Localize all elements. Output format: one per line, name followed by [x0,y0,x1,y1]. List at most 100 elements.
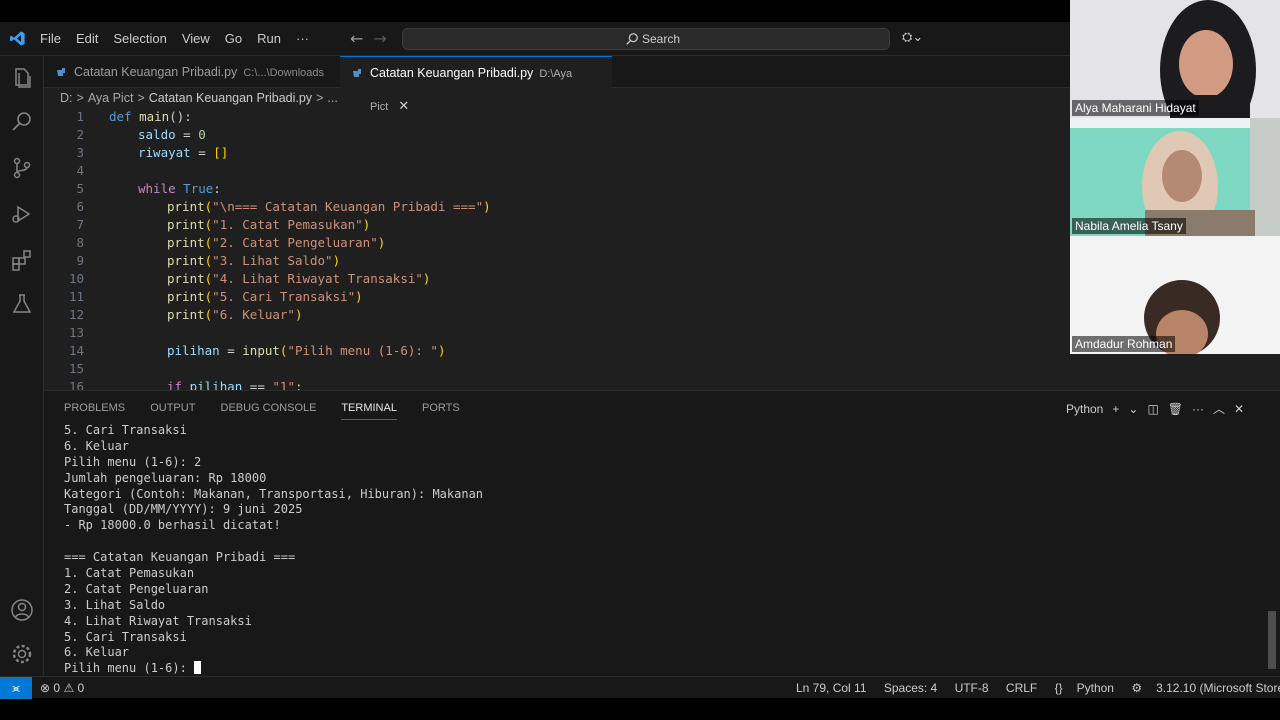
terminal-line: Jumlah pengeluaran: Rp 18000 [64,470,267,485]
terminal-cursor [194,661,202,675]
menu-edit[interactable]: Edit [76,31,98,46]
menu-bar: File Edit Selection View Go Run ··· [40,31,324,46]
video-tile-2: Nabila Amelia Tsany [1070,118,1280,236]
code-line-8: print("2. Catat Pengeluaran") [167,235,386,250]
breadcrumb-file[interactable]: Catatan Keuangan Pribadi.py [149,91,312,105]
split-terminal-icon[interactable]: ◫ [1147,402,1158,416]
terminal-line: 4. Lihat Riwayat Transaksi [64,613,252,628]
close-panel-icon[interactable]: ✕ [1234,402,1244,416]
tab-active-file[interactable]: Catatan Keuangan Pribadi.py D:\Aya Pict ✕ [340,56,612,113]
menu-file[interactable]: File [40,31,61,46]
terminal-line: Pilih menu (1-6): 2 [64,454,202,469]
tab-debug-console[interactable]: DEBUG CONSOLE [221,402,317,414]
code-line-12: print("6. Keluar") [167,307,303,322]
terminal-line: 6. Keluar [64,645,130,660]
nav-arrows: ← → [350,29,397,48]
line-number: 8 [76,235,84,250]
menu-selection[interactable]: Selection [113,31,166,46]
settings-gear-icon[interactable] [10,642,34,666]
python-file-icon [353,69,361,77]
line-number: 12 [68,307,84,322]
language-braces-icon: {} [1054,681,1063,695]
python-interpreter[interactable]: 3.12.10 (Microsoft Store) [1156,681,1280,695]
chevron-down-icon[interactable]: ⌄ [1128,402,1138,416]
tab-path: C:\...\Downloads [243,67,325,79]
terminal-shell-label[interactable]: Python [1066,402,1103,416]
tab-output[interactable]: OUTPUT [150,402,195,414]
search-label: Search [642,32,681,46]
editor-tabs: Catatan Keuangan Pribadi.py C:\...\Downlo… [44,56,1070,113]
line-number: 14 [68,343,84,358]
trash-icon[interactable]: 🗑 [1168,402,1183,416]
terminal-output[interactable]: 5. Cari Transaksi 6. Keluar Pilih menu (… [64,423,1244,677]
tab-terminal[interactable]: TERMINAL [341,402,397,420]
command-center-search[interactable]: Search [402,28,890,50]
terminal-line: Kategori (Contoh: Makanan, Transportasi,… [64,486,484,501]
forward-arrow-icon[interactable]: → [373,29,386,48]
line-number: 3 [76,145,84,160]
tab-title: Catatan Keuangan Pribadi.py [74,65,238,79]
cursor-position[interactable]: Ln 79, Col 11 [796,681,867,695]
source-control-icon[interactable] [10,156,34,180]
tab-ports[interactable]: PORTS [422,402,460,414]
code-line-1: def main(): [109,109,192,124]
breadcrumb-drive[interactable]: D: [60,91,73,105]
indentation[interactable]: Spaces: 4 [884,681,937,695]
accounts-icon[interactable] [10,598,34,622]
terminal-line: Tanggal (DD/MM/YYYY): 9 juni 2025 [64,502,303,517]
code-editor[interactable]: 1 def main(): 2 saldo = 0 3 riwayat = [] 4 … [44,108,1070,390]
code-line-2: saldo = 0 [138,127,206,142]
interpreter-icon: ⚙ [1131,681,1143,695]
terminal-line: - Rp 18000.0 berhasil dicatat! [64,518,281,533]
breadcrumb-folder[interactable]: Aya Pict [88,91,134,105]
warning-icon: ⚠ [63,681,75,695]
line-number: 16 [68,379,84,390]
participant-name: Nabila Amelia Tsany [1072,218,1186,234]
tab-title: Catatan Keuangan Pribadi.py [370,66,534,80]
problems-status[interactable]: ⊗ 0 ⚠ 0 [40,681,84,695]
code-line-10: print("4. Lihat Riwayat Transaksi") [167,271,431,286]
back-arrow-icon[interactable]: ← [350,29,363,48]
tab-problems[interactable]: PROBLEMS [64,402,125,414]
explorer-icon[interactable] [10,66,34,90]
terminal-scrollbar[interactable] [1268,611,1276,669]
vscode-logo-icon [10,31,25,46]
warning-count: 0 [77,681,85,695]
code-line-6: print("\n=== Catatan Keuangan Pribadi ==… [167,199,491,214]
video-tile-3: Amdadur Rohman [1070,236,1280,354]
terminal-line: 5. Cari Transaksi [64,629,187,644]
language-mode[interactable]: Python [1077,681,1114,695]
error-icon: ⊗ [40,681,51,695]
menu-go[interactable]: Go [225,31,242,46]
breadcrumb-sep: > [76,91,84,105]
menu-more[interactable]: ··· [296,31,309,46]
panel-actions: Python + ⌄ ◫ 🗑 ··· ︿ ✕ [1066,400,1253,417]
line-number: 15 [68,361,84,376]
run-debug-icon[interactable] [10,202,34,226]
new-terminal-icon[interactable]: + [1112,402,1119,416]
code-line-14: pilihan = input("Pilih menu (1-6): ") [167,343,446,358]
tab-downloads-file[interactable]: Catatan Keuangan Pribadi.py C:\...\Downlo… [44,56,340,88]
breadcrumb: D: > Aya Pict > Catatan Keuangan Pribadi.py >… [60,91,342,105]
menu-run[interactable]: Run [257,31,281,46]
extensions-icon[interactable] [10,248,34,272]
activity-bar [0,56,44,676]
line-ending[interactable]: CRLF [1006,681,1037,695]
terminal-line: 6. Keluar [64,438,130,453]
bottom-panel: PROBLEMS OUTPUT DEBUG CONSOLE TERMINAL P… [44,390,1280,676]
status-right: Ln 79, Col 11 Spaces: 4 UTF-8 CRLF {} Pyt… [796,681,1280,695]
copilot-icon[interactable]: ⛭⌄ [902,30,923,45]
maximize-panel-icon[interactable]: ︿ [1213,402,1225,416]
breadcrumb-more[interactable]: ... [327,91,337,105]
remote-indicator-icon[interactable]: ⪤ [0,677,32,699]
search-activity-icon[interactable] [10,110,34,134]
search-icon [626,33,638,45]
testing-flask-icon[interactable] [10,292,34,316]
python-file-icon [57,68,65,76]
menu-view[interactable]: View [182,31,210,46]
encoding[interactable]: UTF-8 [955,681,989,695]
terminal-line: 1. Catat Pemasukan [64,566,195,581]
code-line-9: print("3. Lihat Saldo") [167,253,341,268]
more-actions-icon[interactable]: ··· [1192,402,1204,416]
